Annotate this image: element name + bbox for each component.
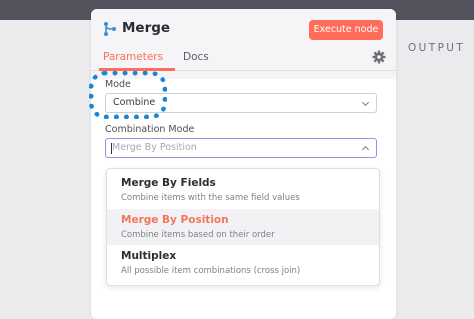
mode-label: Mode [105,79,131,90]
combination-mode-placeholder: Merge By Position [112,142,197,153]
mode-select-value: Combine [113,97,156,108]
mode-select[interactable]: Combine [105,93,377,113]
combination-mode-dropdown: Merge By Fields Combine items with the s… [106,168,380,286]
dropdown-option-merge-by-fields[interactable]: Merge By Fields Combine items with the s… [107,172,379,208]
tab-parameters[interactable]: Parameters [103,51,163,63]
option-description: All possible item combinations (cross jo… [121,266,301,276]
option-description: Combine items with the same field values [121,193,300,203]
active-tab-indicator [99,68,175,71]
chevron-up-icon [361,145,370,151]
combination-mode-select[interactable]: Merge By Position [105,138,377,158]
execute-node-button[interactable]: Execute node [309,20,383,40]
option-title: Multiplex [121,250,177,262]
merge-branch-icon [104,22,116,36]
option-description: Combine items based on their order [121,230,275,240]
gear-icon[interactable] [372,50,386,64]
combination-mode-label: Combination Mode [105,124,195,135]
tab-docs[interactable]: Docs [183,51,209,63]
chevron-down-icon [361,101,370,107]
dropdown-option-multiplex[interactable]: Multiplex All possible item combinations… [107,245,379,281]
option-title: Merge By Fields [121,177,216,189]
panel-header: Merge Execute node Parameters Docs [91,9,396,79]
output-panel-label: OUTPUT [408,42,466,54]
option-title: Merge By Position [121,214,229,226]
node-title: Merge [122,20,171,36]
dropdown-option-merge-by-position[interactable]: Merge By Position Combine items based on… [107,209,379,245]
